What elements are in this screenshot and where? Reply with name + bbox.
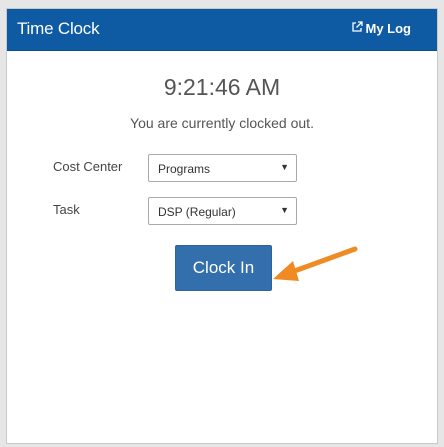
time-clock-panel: Time Clock My Log 9:21:46 AM You are cur… [6, 8, 438, 444]
clock-status: You are currently clocked out. [130, 115, 314, 131]
my-log-link[interactable]: My Log [351, 21, 412, 36]
task-label: Task [53, 202, 80, 217]
current-time: 9:21:46 AM [163, 74, 281, 100]
task-select[interactable]: DSP (Regular) ▼ [148, 197, 297, 225]
dropdown-arrow-icon: ▼ [280, 205, 289, 215]
my-log-label: My Log [365, 21, 412, 36]
task-value: DSP (Regular) [158, 205, 236, 219]
cost-center-select[interactable]: Programs ▼ [148, 154, 297, 182]
panel-header: Time Clock My Log [7, 9, 437, 51]
cost-center-label: Cost Center [53, 159, 123, 174]
panel-title: Time Clock [17, 19, 100, 38]
external-link-icon [351, 21, 366, 36]
dropdown-arrow-icon: ▼ [280, 162, 289, 172]
cost-center-value: Programs [158, 162, 211, 176]
annotation-arrow-icon [273, 246, 358, 281]
clock-in-button[interactable]: Clock In [175, 245, 272, 291]
